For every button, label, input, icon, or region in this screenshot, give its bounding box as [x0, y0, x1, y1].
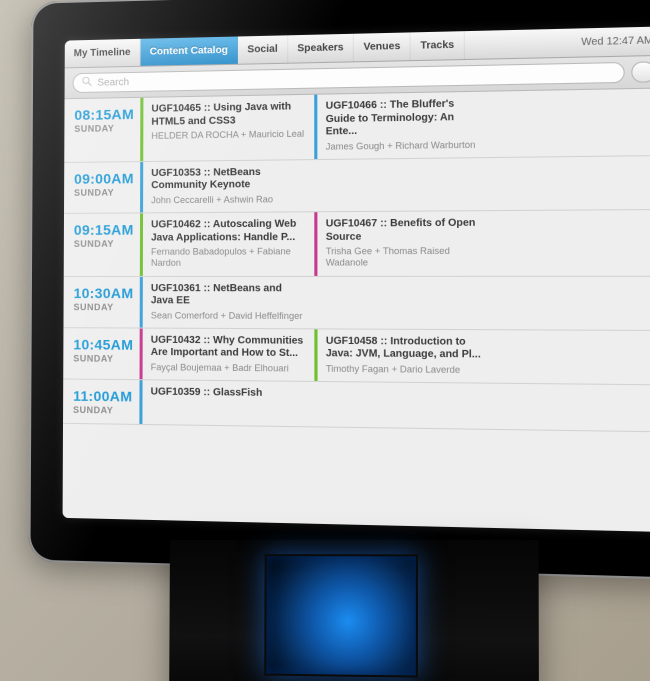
kiosk-stand — [169, 540, 539, 681]
session-title: UGF10353 :: NetBeans Community Keynote — [151, 166, 306, 193]
session-speakers: Fayçal Boujemaa + Badr Elhouari — [151, 362, 306, 375]
time-column: 09:15AMSUNDAY — [64, 213, 140, 275]
slot-time: 11:00AM — [73, 388, 133, 405]
session-card[interactable]: UGF10432 :: Why Communities Are Importan… — [140, 328, 315, 381]
time-column: 11:00AMSUNDAY — [63, 379, 139, 423]
time-column: 10:45AMSUNDAY — [63, 328, 139, 379]
session-group: UGF10462 :: Autoscaling Web Java Applica… — [140, 210, 650, 275]
session-card[interactable]: UGF10467 :: Benefits of Open SourceTrish… — [314, 211, 495, 275]
session-speakers: John Ceccarelli + Ashwin Rao — [151, 194, 306, 207]
session-title: UGF10458 :: Introduction to Java: JVM, L… — [326, 335, 487, 362]
session-title: UGF10466 :: The Bluffer's Guide to Termi… — [326, 98, 486, 139]
session-card[interactable]: UGF10458 :: Introduction to Java: JVM, L… — [314, 329, 495, 383]
session-speakers — [151, 401, 306, 403]
session-group: UGF10359 :: GlassFish — [139, 380, 650, 431]
kiosk-monitor: My Timeline Content Catalog Social Speak… — [28, 0, 650, 580]
schedule-list[interactable]: 08:15AMSUNDAYUGF10465 :: Using Java with… — [63, 89, 650, 533]
tab-my-timeline[interactable]: My Timeline — [65, 39, 141, 68]
tab-spacer — [465, 29, 571, 59]
slot-time: 09:00AM — [74, 170, 134, 187]
scanner-window — [264, 554, 418, 677]
session-card[interactable]: UGF10465 :: Using Java with HTML5 and CS… — [140, 95, 314, 161]
session-title: UGF10465 :: Using Java with HTML5 and CS… — [151, 101, 306, 129]
app-screen: My Timeline Content Catalog Social Speak… — [63, 26, 650, 532]
session-title: UGF10462 :: Autoscaling Web Java Applica… — [151, 218, 306, 244]
tab-content-catalog[interactable]: Content Catalog — [141, 36, 239, 65]
session-speakers: Fernando Babadopulos + Fabiane Nardon — [151, 246, 306, 269]
session-title: UGF10467 :: Benefits of Open Source — [326, 217, 486, 244]
clock: Wed 12:47 AM — [570, 26, 650, 56]
session-card[interactable]: UGF10361 :: NetBeans and Java EESean Com… — [140, 276, 315, 328]
time-slot: 08:15AMSUNDAY UGF10465 :: Using Java with… — [64, 89, 650, 163]
session-speakers: James Gough + Richard Warburton — [326, 139, 486, 153]
session-group: UGF10361 :: NetBeans and Java EESean Com… — [140, 276, 650, 329]
search-icon — [81, 74, 92, 92]
time-slot: 11:00AMSUNDAY UGF10359 :: GlassFish — [63, 379, 650, 432]
session-speakers: HELDER DA ROCHA + Mauricio Leal — [151, 129, 306, 143]
session-card[interactable]: UGF10462 :: Autoscaling Web Java Applica… — [140, 212, 314, 275]
session-card[interactable]: UGF10359 :: GlassFish — [139, 380, 314, 426]
slot-time: 10:45AM — [73, 336, 133, 353]
session-speakers: Sean Comerford + David Heffelfinger — [151, 310, 306, 322]
slot-day: SUNDAY — [74, 187, 134, 198]
session-speakers: Timothy Fagan + Dario Laverde — [326, 363, 487, 376]
session-title: UGF10359 :: GlassFish — [151, 386, 306, 401]
slot-day: SUNDAY — [74, 123, 134, 134]
session-group: UGF10465 :: Using Java with HTML5 and CS… — [140, 89, 650, 161]
tab-social[interactable]: Social — [238, 35, 288, 63]
tab-speakers[interactable]: Speakers — [288, 34, 354, 63]
time-column: 10:30AMSUNDAY — [63, 276, 139, 327]
time-slot: 10:30AMSUNDAYUGF10361 :: NetBeans and Ja… — [63, 276, 650, 330]
session-group: UGF10353 :: NetBeans Community KeynoteJo… — [140, 156, 650, 213]
search-button[interactable] — [631, 61, 650, 82]
slot-day: SUNDAY — [73, 353, 133, 364]
search-input[interactable] — [97, 67, 614, 88]
slot-time: 09:15AM — [74, 222, 134, 238]
slot-day: SUNDAY — [73, 405, 133, 416]
time-slot: 09:15AMSUNDAY UGF10462 :: Autoscaling Web… — [64, 210, 650, 276]
time-column: 09:00AMSUNDAY — [64, 162, 140, 213]
slot-time: 10:30AM — [74, 285, 134, 301]
slot-day: SUNDAY — [74, 302, 134, 312]
session-title: UGF10361 :: NetBeans and Java EE — [151, 283, 306, 309]
time-slot: 09:00AMSUNDAYUGF10353 :: NetBeans Commun… — [64, 156, 650, 214]
search-field[interactable] — [73, 62, 625, 93]
tab-venues[interactable]: Venues — [354, 32, 411, 61]
session-speakers: Trisha Gee + Thomas Raised Wadanole — [326, 246, 486, 270]
time-slot: 10:45AMSUNDAY UGF10432 :: Why Communities… — [63, 328, 650, 385]
tab-tracks[interactable]: Tracks — [411, 31, 465, 60]
session-title: UGF10432 :: Why Communities Are Importan… — [151, 334, 306, 361]
slot-time: 08:15AM — [74, 106, 134, 123]
session-card[interactable]: UGF10353 :: NetBeans Community KeynoteJo… — [140, 160, 314, 213]
session-group: UGF10432 :: Why Communities Are Importan… — [140, 328, 650, 384]
session-card[interactable]: UGF10466 :: The Bluffer's Guide to Termi… — [314, 92, 494, 159]
slot-day: SUNDAY — [74, 239, 134, 249]
time-column: 08:15AMSUNDAY — [64, 98, 140, 162]
